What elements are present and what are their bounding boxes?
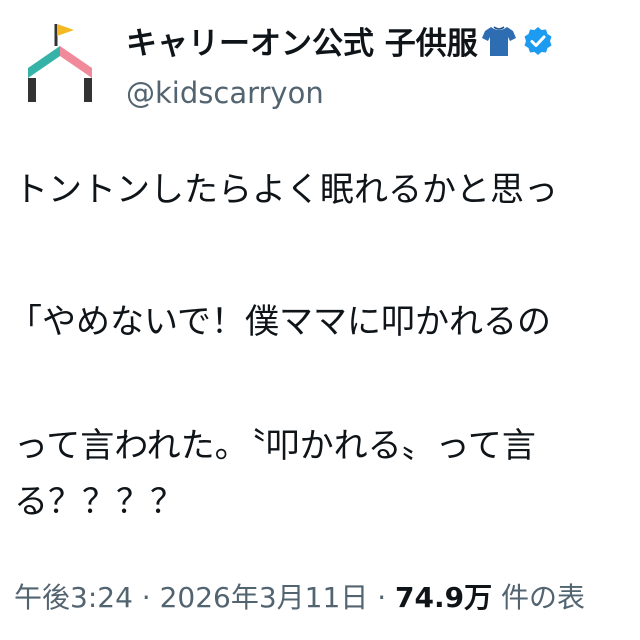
account-name-row[interactable]: キャリーオン公式 子供服 [126,18,553,63]
meta-separator: · [368,581,395,614]
view-count-suffix: 件の表 [492,581,585,614]
tweet-text-line-4: る？？？？ [14,482,184,522]
tweet-meta: 午後3:24 · 2026年3月11日 · 74.9万 件の表 [14,576,585,616]
tshirt-icon [481,25,516,56]
tweet-date[interactable]: 2026年3月11日 [160,581,369,614]
verified-badge-icon [524,26,552,55]
tweet-time[interactable]: 午後3:24 [14,581,133,614]
tweet-text-line-3: って言われた。〝叩かれる〟って言 [14,426,536,466]
account-avatar-logo-icon[interactable] [14,16,106,108]
display-name[interactable]: キャリーオン公式 子供服 [126,18,478,63]
meta-separator: · [132,581,160,614]
tweet-card: キャリーオン公式 子供服 @kidscarryon トントンしたらよく眠れるかと… [0,0,640,640]
tweet-text-line-1: トントンしたらよく眠れるかと思っ [14,170,558,210]
account-handle[interactable]: @kidscarryon [126,76,324,110]
tweet-text-line-2: 「やめないで！僕ママに叩かれるの [8,302,551,342]
view-count: 74.9万 [395,581,493,614]
